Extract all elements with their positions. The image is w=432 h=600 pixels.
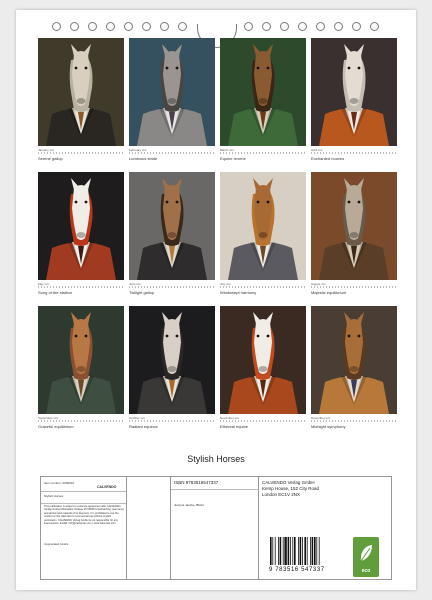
horse-portrait-image bbox=[311, 306, 397, 414]
leaf-icon bbox=[360, 545, 372, 562]
author: Justyna Jaszke JBJart bbox=[174, 503, 204, 507]
horse-portrait-image bbox=[220, 306, 306, 414]
info-column-blank bbox=[127, 477, 171, 579]
binding-ring bbox=[352, 22, 361, 31]
isbn: ISBN 9783516547337 bbox=[174, 480, 219, 485]
photo-caption: Ethereal equine bbox=[220, 424, 249, 429]
binding-ring bbox=[142, 22, 151, 31]
binding-ring bbox=[370, 22, 379, 31]
publisher-address-1: Kemp House, 152 City Road bbox=[262, 486, 320, 491]
publisher-name: CALVENDO Verlag GmbH bbox=[262, 480, 315, 485]
binding-rings bbox=[16, 22, 416, 48]
date-strip bbox=[129, 420, 215, 422]
binding-ring bbox=[160, 22, 169, 31]
publisher-address-2: London EC1V 2NX bbox=[262, 492, 301, 497]
binding-ring bbox=[316, 22, 325, 31]
horse-portrait-image bbox=[129, 172, 215, 280]
date-strip bbox=[311, 420, 397, 422]
horse-portrait-image bbox=[38, 38, 124, 146]
binding-ring bbox=[262, 22, 271, 31]
item-name: Stylish Horses bbox=[44, 494, 64, 498]
binding-ring bbox=[244, 22, 253, 31]
horse-portrait-image bbox=[38, 172, 124, 280]
info-column-isbn: ISBN 9783516547337 Justyna Jaszke JBJart bbox=[171, 477, 259, 579]
horse-portrait-image bbox=[220, 38, 306, 146]
binding-ring bbox=[178, 22, 187, 31]
item-number: Item number: 2069910 bbox=[44, 481, 75, 485]
eco-label: eco bbox=[361, 568, 371, 574]
divider bbox=[171, 489, 258, 490]
photo-caption: Serene gallop bbox=[38, 156, 63, 161]
horse-portrait-image bbox=[311, 38, 397, 146]
date-strip bbox=[38, 152, 124, 154]
barcode bbox=[270, 537, 320, 565]
divider bbox=[41, 503, 126, 504]
photo-caption: Song of the stallion bbox=[38, 290, 73, 295]
calendar-back-page: January xxx Serene gallop February xxx Lumi… bbox=[16, 10, 416, 590]
horse-portrait-image bbox=[220, 172, 306, 280]
photo-caption: Equine reverie bbox=[220, 156, 246, 161]
horse-portrait-image bbox=[38, 306, 124, 414]
binding-ring bbox=[88, 22, 97, 31]
date-strip bbox=[38, 420, 124, 422]
photo-caption: Midnight symphony bbox=[311, 424, 346, 429]
photo-caption: Majestic equilibrium bbox=[311, 290, 347, 295]
horse-portrait-image bbox=[129, 306, 215, 414]
eco-badge: eco bbox=[353, 537, 379, 577]
binding-ring bbox=[334, 22, 343, 31]
photo-caption: Twilight gallop bbox=[129, 290, 155, 295]
photo-caption: Graceful equilibrium bbox=[38, 424, 74, 429]
date-strip bbox=[220, 420, 306, 422]
binding-ring bbox=[124, 22, 133, 31]
ai-note: AI-generated content bbox=[44, 543, 69, 546]
date-strip bbox=[220, 286, 306, 288]
binding-ring bbox=[280, 22, 289, 31]
date-strip bbox=[311, 286, 397, 288]
date-strip bbox=[220, 152, 306, 154]
photo-caption: Enchanted hooves bbox=[311, 156, 345, 161]
binding-ring bbox=[52, 22, 61, 31]
binding-ring bbox=[106, 22, 115, 31]
photo-caption: Windswept harmony bbox=[220, 290, 257, 295]
horse-portrait-image bbox=[129, 38, 215, 146]
info-box: Item number: 2069910 CALVENDO Stylish Ho… bbox=[40, 476, 392, 580]
photo-caption: Radiant equinox bbox=[129, 424, 158, 429]
info-column-item: Item number: 2069910 CALVENDO Stylish Ho… bbox=[41, 477, 127, 579]
binding-ring bbox=[70, 22, 79, 31]
info-column-publisher: CALVENDO Verlag GmbH Kemp House, 152 Cit… bbox=[259, 477, 391, 579]
binding-ring bbox=[298, 22, 307, 31]
horse-portrait-image bbox=[311, 172, 397, 280]
date-strip bbox=[129, 286, 215, 288]
date-strip bbox=[38, 286, 124, 288]
barcode-number: 9 783516 547337 bbox=[269, 567, 325, 573]
calendar-title: Stylish Horses bbox=[187, 454, 245, 464]
calvendo-logo: CALVENDO bbox=[97, 485, 117, 489]
divider bbox=[41, 491, 126, 492]
photo-caption: Luminous stride bbox=[129, 156, 158, 161]
date-strip bbox=[129, 152, 215, 154]
copyright-text: This publication is subject to a license… bbox=[44, 505, 124, 526]
date-strip bbox=[311, 152, 397, 154]
